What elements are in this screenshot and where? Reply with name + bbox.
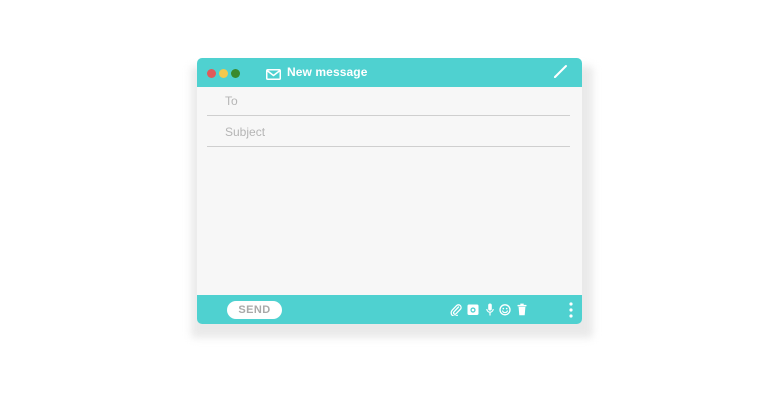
compose-toolbar: SEND bbox=[197, 295, 582, 324]
window-title: New message bbox=[287, 65, 368, 79]
maximize-window-button[interactable] bbox=[231, 69, 240, 78]
emoji-icon[interactable] bbox=[499, 303, 511, 316]
compose-window: New message SEND bbox=[197, 58, 582, 324]
microphone-icon[interactable] bbox=[484, 303, 496, 316]
minimize-window-button[interactable] bbox=[219, 69, 228, 78]
pen-icon[interactable] bbox=[552, 64, 568, 80]
title-bar: New message bbox=[197, 58, 582, 87]
message-body-input[interactable] bbox=[207, 153, 574, 297]
trash-icon[interactable] bbox=[516, 303, 528, 316]
to-field bbox=[207, 87, 570, 116]
paperclip-icon[interactable] bbox=[450, 303, 462, 316]
camera-icon[interactable] bbox=[467, 303, 479, 316]
stage: New message SEND bbox=[0, 0, 768, 399]
more-vertical-icon[interactable] bbox=[568, 301, 574, 319]
to-input[interactable] bbox=[207, 87, 570, 115]
send-button[interactable]: SEND bbox=[227, 301, 282, 319]
close-window-button[interactable] bbox=[207, 69, 216, 78]
subject-input[interactable] bbox=[207, 118, 570, 146]
envelope-icon bbox=[266, 67, 281, 80]
subject-field bbox=[207, 118, 570, 147]
